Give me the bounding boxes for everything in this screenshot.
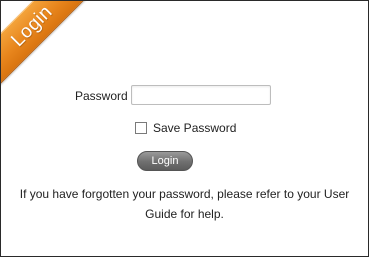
help-text: If you have forgotten your password, ple… [19, 187, 350, 221]
ribbon-band: Login [1, 1, 89, 89]
login-button[interactable]: Login [137, 151, 193, 171]
login-ribbon: Login [1, 1, 89, 89]
save-password-checkbox[interactable] [135, 122, 147, 134]
password-input[interactable] [131, 85, 271, 105]
password-row: Password [1, 85, 368, 107]
login-panel: Login Password Save Password Login If yo… [0, 0, 369, 257]
save-password-label[interactable]: Save Password [153, 121, 236, 135]
password-label: Password [75, 89, 128, 103]
ribbon-label: Login [7, 1, 57, 52]
